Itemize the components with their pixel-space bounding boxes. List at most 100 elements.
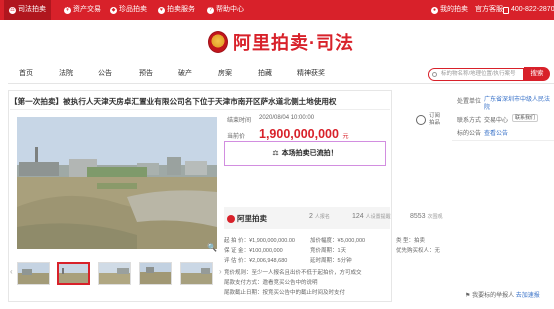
- report-row: ⚑ 我要标的举报人 去加速报: [465, 290, 540, 299]
- top-nav-judicial[interactable]: ⚖ 司法拍卖: [4, 0, 51, 20]
- top-nav-help-label: 帮助中心: [216, 6, 244, 13]
- bidders-count: 2: [309, 213, 313, 220]
- asset-icon: ¥: [64, 6, 71, 14]
- nav-item-court[interactable]: 法院: [59, 68, 73, 78]
- search-icon: [432, 72, 437, 77]
- right-divider: [452, 140, 554, 141]
- subscribe-button[interactable]: 订阅拍品: [429, 113, 443, 127]
- thumbnail-3-image: [99, 263, 130, 284]
- nav-divider: [8, 83, 554, 84]
- nav-item-home[interactable]: 首页: [19, 68, 33, 78]
- thumbnail-5-image: [181, 263, 212, 284]
- thumbnail-4[interactable]: [139, 262, 172, 285]
- thumbnail-1[interactable]: [17, 262, 50, 285]
- thumbnail-2[interactable]: [57, 262, 90, 285]
- land-photo-illustration: [17, 117, 217, 249]
- end-time-value: 2020/08/04 10:00:00: [259, 115, 315, 121]
- end-time-label: 结束时间: [227, 118, 252, 124]
- detail-priority: 优先购买权人：无: [396, 248, 441, 254]
- top-bar: ⚖ 司法拍卖 ¥ 资产交易 ◆ 珍品拍卖 ♥ 拍卖服务 ? 帮助中心 ● 我的拍…: [0, 0, 554, 20]
- report-link[interactable]: 去加速报: [516, 293, 540, 299]
- item-main-photo[interactable]: [17, 117, 217, 249]
- court-name-link[interactable]: 广东省深圳市中级人民法院: [484, 96, 552, 112]
- platform-logo-icon: [227, 214, 235, 223]
- detail-type-label: 类 型: [396, 238, 409, 244]
- top-nav-assets-label: 资产交易: [73, 6, 101, 13]
- thumb-next-arrow-icon[interactable]: ›: [219, 267, 222, 276]
- top-nav-my-auction-label: 我的拍卖: [440, 6, 468, 13]
- gavel-icon: ⚖: [9, 6, 16, 14]
- top-nav-my-auction[interactable]: ● 我的拍卖: [431, 0, 468, 20]
- top-phone-number: 400-822-2870: [511, 6, 554, 13]
- item-title: 【第一次拍卖】被执行人天津天房卓汇置业有限公司名下位于天津市南开区萨水道北侧土地…: [10, 97, 337, 106]
- thumbnail-3[interactable]: [98, 262, 131, 285]
- detail-appraisal: 评 估 价：¥2,006,948,680: [224, 258, 288, 264]
- nav-item-notice[interactable]: 公告: [98, 68, 112, 78]
- thumbnail-4-image: [140, 263, 171, 284]
- clock-icon[interactable]: [416, 115, 426, 125]
- remind-count: 124: [352, 213, 364, 220]
- top-nav-assets[interactable]: ¥ 资产交易: [64, 0, 101, 20]
- remind-label: 人设置提醒: [365, 214, 391, 220]
- rule-payment-method: 尾款支付方式：邀看竞买公告中的说明: [224, 280, 318, 286]
- detail-cycle-value: 1天: [337, 248, 347, 254]
- nav-item-preview[interactable]: 预告: [139, 68, 153, 78]
- detail-delay-label: 延时周期: [310, 258, 333, 264]
- top-nav-account-label: 官方客服: [475, 6, 503, 13]
- thumbnail-strip: [17, 262, 217, 286]
- site-logo-text: 阿里拍卖·司法: [233, 33, 354, 53]
- nav-item-cases[interactable]: 房案: [218, 68, 232, 78]
- detail-increment-value: ¥5,000,000: [337, 238, 366, 244]
- court-emblem-icon: [208, 31, 228, 53]
- detail-type: 类 型：拍卖: [396, 238, 426, 244]
- views-count: 8553: [410, 213, 426, 220]
- top-nav-service-label: 拍卖服务: [167, 6, 195, 13]
- auction-failed-text: 本场拍卖已流拍！: [281, 150, 338, 157]
- phone-icon: [503, 6, 509, 14]
- contact-value: 交易中心: [484, 118, 509, 124]
- detail-deposit: 保 证 金：¥100,000,000: [224, 248, 283, 254]
- consult-label: 标的公告: [457, 131, 482, 137]
- nav-item-bankruptcy[interactable]: 破产: [178, 68, 192, 78]
- search-button[interactable]: 搜索: [524, 67, 550, 81]
- nav-item-collection[interactable]: 拍藏: [258, 68, 272, 78]
- thumbnail-5[interactable]: [180, 262, 213, 285]
- title-divider: [10, 109, 390, 110]
- top-nav-judicial-label: 司法拍卖: [18, 6, 46, 13]
- site-logo[interactable]: 阿里拍卖·司法: [208, 29, 354, 55]
- detail-appraisal-value: ¥2,006,948,680: [249, 258, 288, 264]
- top-nav-service[interactable]: ♥ 拍卖服务: [158, 0, 195, 20]
- search-placeholder: 标的物名称/地理位置/执行案号: [441, 71, 516, 77]
- top-nav-pearl[interactable]: ◆ 珍品拍卖: [110, 0, 147, 20]
- rule-payment-deadline: 尾款截止日期：按竞买公告中的截止时间及时支付: [224, 290, 346, 296]
- top-nav-help[interactable]: ? 帮助中心: [207, 0, 244, 20]
- detail-start-price-value: ¥1,900,000,000.00: [249, 238, 295, 244]
- detail-priority-label: 优先购买权人: [396, 248, 430, 254]
- nav-item-awards[interactable]: 精神获奖: [297, 68, 325, 78]
- current-price-label: 当前价: [227, 134, 246, 140]
- court-label: 处置单位: [457, 99, 482, 105]
- detail-delay: 延时周期：5分钟: [310, 258, 352, 264]
- thumb-prev-arrow-icon[interactable]: ‹: [10, 267, 13, 276]
- rule-bidding: 竞价规则：至少一人报名且出价不低于起拍价，方可成交: [224, 270, 362, 276]
- detail-deposit-label: 保 证 金: [224, 248, 244, 254]
- bidders-stat: 2 人报名: [309, 213, 330, 220]
- top-nav-pearl-label: 珍品拍卖: [119, 6, 147, 13]
- auction-failed-notice: ⚖ 本场拍卖已流拍！: [224, 141, 386, 166]
- current-price: 1,900,000,000 元: [259, 127, 348, 141]
- report-icon: ⚑: [465, 293, 471, 299]
- contact-label: 联系方式: [457, 118, 482, 124]
- service-icon: ♥: [158, 6, 165, 14]
- search-input[interactable]: 标的物名称/地理位置/执行案号: [428, 68, 524, 81]
- remind-stat: 124 人设置提醒: [352, 213, 391, 220]
- contact-us-button[interactable]: 联系我们: [512, 114, 539, 122]
- detail-cycle: 竞价周期：1天: [310, 248, 347, 254]
- detail-start-price-label: 起 拍 价: [224, 238, 244, 244]
- detail-deposit-value: ¥100,000,000: [249, 248, 283, 254]
- view-notice-link[interactable]: 查看公告: [484, 128, 508, 137]
- zoom-icon[interactable]: 🔍: [207, 243, 217, 252]
- report-text: 我要标的举报人: [472, 293, 515, 299]
- views-label: 次围观: [427, 214, 443, 220]
- detail-appraisal-label: 评 估 价: [224, 258, 244, 264]
- top-nav-account[interactable]: 官方客服: [475, 0, 503, 20]
